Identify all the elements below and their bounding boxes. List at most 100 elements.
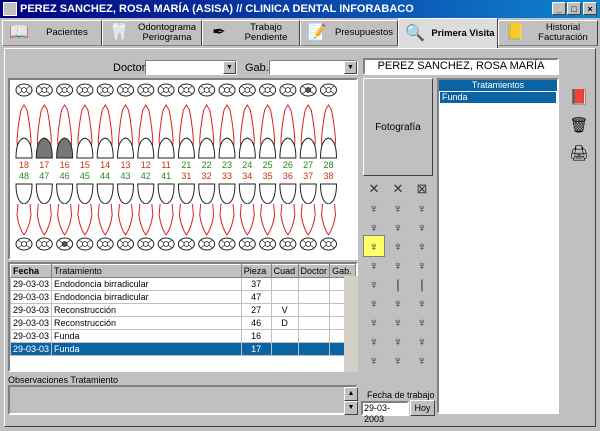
tooth-surface-map[interactable] bbox=[76, 237, 94, 251]
tooth-number-22[interactable]: 22 bbox=[199, 160, 215, 170]
lower-tooth[interactable] bbox=[218, 183, 236, 236]
scroll-down-icon[interactable]: ▼ bbox=[344, 401, 358, 415]
today-button[interactable]: Hoy bbox=[410, 400, 435, 416]
tooth-number-12[interactable]: 12 bbox=[138, 160, 154, 170]
minimize-button[interactable]: _ bbox=[552, 2, 566, 15]
tooth-number-31[interactable]: 31 bbox=[178, 171, 194, 181]
treatment-item-funda[interactable]: Funda bbox=[440, 92, 556, 103]
tooth-number-28[interactable]: 28 bbox=[321, 160, 337, 170]
col-fecha[interactable]: Fecha bbox=[10, 264, 53, 278]
treatments-table[interactable]: Fecha Tratamiento Pieza Cuad Doctor Gab.… bbox=[8, 262, 358, 372]
work-date-input[interactable]: 29-03-2003 bbox=[361, 401, 409, 424]
tooth-surface-map[interactable] bbox=[177, 237, 195, 251]
upper-tooth[interactable] bbox=[299, 104, 317, 159]
tooth-number-16[interactable]: 16 bbox=[57, 160, 73, 170]
upper-tooth[interactable] bbox=[35, 104, 53, 159]
tooth-number-26[interactable]: 26 bbox=[280, 160, 296, 170]
col-pieza[interactable]: Pieza bbox=[240, 264, 272, 278]
tooth-number-43[interactable]: 43 bbox=[118, 171, 134, 181]
tooth-number-46[interactable]: 46 bbox=[57, 171, 73, 181]
photo-button[interactable]: Fotografía bbox=[363, 78, 433, 176]
tooth-number-38[interactable]: 38 bbox=[321, 171, 337, 181]
tooth-surface-map[interactable] bbox=[218, 237, 236, 251]
tooth-number-18[interactable]: 18 bbox=[16, 160, 32, 170]
col-tratamiento[interactable]: Tratamiento bbox=[51, 264, 242, 278]
tooth-surface-map[interactable] bbox=[117, 83, 134, 97]
lower-tooth[interactable] bbox=[157, 183, 175, 236]
tooth-number-37[interactable]: 37 bbox=[300, 171, 316, 181]
upper-tooth[interactable] bbox=[15, 104, 33, 159]
tooth-icon[interactable]: ♆ bbox=[363, 349, 385, 371]
tooth-number-27[interactable]: 27 bbox=[300, 160, 316, 170]
printer-icon[interactable]: 🖨 bbox=[569, 144, 589, 164]
tooth-surface-map[interactable] bbox=[238, 237, 256, 251]
tooth-surface-map[interactable] bbox=[299, 83, 317, 97]
odontogram[interactable]: 18 17 16 15 14 13 12 11 21 22 23 24 25 26 27 28 48 47 46 4… bbox=[8, 78, 358, 260]
tooth-surface-map[interactable] bbox=[320, 237, 337, 251]
upper-tooth[interactable] bbox=[56, 104, 74, 159]
upper-tooth[interactable] bbox=[218, 104, 236, 159]
tab-historial-facturacion[interactable]: 📒 Historial Facturación bbox=[498, 20, 598, 46]
tooth-surface-map[interactable] bbox=[320, 83, 337, 97]
lower-tooth[interactable] bbox=[137, 183, 155, 236]
tooth-icon[interactable]: ♆ bbox=[387, 349, 409, 371]
tooth-number-17[interactable]: 17 bbox=[36, 160, 52, 170]
observations-field[interactable] bbox=[8, 385, 358, 415]
lower-tooth[interactable] bbox=[116, 183, 135, 236]
tooth-surface-map[interactable] bbox=[35, 83, 53, 97]
upper-tooth[interactable] bbox=[238, 104, 256, 159]
tab-trabajo-pendiente[interactable]: ✒ Trabajo Pendiente bbox=[202, 20, 300, 46]
tooth-number-33[interactable]: 33 bbox=[219, 171, 235, 181]
tooth-number-21[interactable]: 21 bbox=[178, 160, 194, 170]
tooth-surface-map[interactable] bbox=[96, 83, 114, 97]
lower-tooth[interactable] bbox=[76, 183, 94, 236]
tooth-number-11[interactable]: 11 bbox=[158, 160, 174, 170]
table-row[interactable]: 29-03-03 Endodoncia birradicular 37 bbox=[10, 277, 356, 291]
tooth-number-15[interactable]: 15 bbox=[77, 160, 93, 170]
col-doctor[interactable]: Doctor bbox=[297, 264, 331, 278]
upper-tooth[interactable] bbox=[279, 104, 297, 159]
tooth-number-44[interactable]: 44 bbox=[97, 171, 113, 181]
tab-primera-visita[interactable]: 🔍 Primera Visita bbox=[398, 18, 498, 48]
chevron-down-icon[interactable]: ▼ bbox=[344, 61, 357, 74]
maximize-button[interactable]: □ bbox=[567, 2, 581, 15]
tooth-surface-map[interactable] bbox=[96, 237, 114, 251]
tooth-surface-map[interactable] bbox=[56, 237, 74, 251]
tab-odontograma[interactable]: 🦷 Odontograma Periograma bbox=[102, 20, 202, 46]
scroll-up-icon[interactable]: ▲ bbox=[344, 387, 358, 401]
table-row[interactable]: 29-03-03 Funda 16 bbox=[10, 329, 356, 343]
lower-tooth[interactable] bbox=[279, 183, 297, 236]
tooth-surface-map[interactable] bbox=[259, 83, 277, 97]
upper-tooth[interactable] bbox=[76, 104, 94, 159]
tooth-surface-map[interactable] bbox=[137, 83, 155, 97]
table-scrollbar[interactable] bbox=[344, 276, 358, 372]
tooth-number-48[interactable]: 48 bbox=[16, 171, 32, 181]
book-icon[interactable]: 📕 bbox=[569, 88, 589, 108]
table-row[interactable]: 29-03-03 Reconstrucción 46 D bbox=[10, 316, 356, 330]
tooth-number-42[interactable]: 42 bbox=[138, 171, 154, 181]
upper-tooth[interactable] bbox=[198, 104, 216, 159]
tooth-surface-map[interactable] bbox=[238, 83, 256, 97]
tooth-surface-map[interactable] bbox=[198, 83, 216, 97]
tab-pacientes[interactable]: 📖 Pacientes bbox=[2, 20, 102, 46]
tooth-surface-map[interactable] bbox=[15, 83, 33, 97]
lower-tooth[interactable] bbox=[177, 183, 195, 236]
tooth-surface-map[interactable] bbox=[15, 237, 33, 251]
tooth-number-23[interactable]: 23 bbox=[219, 160, 235, 170]
trash-icon[interactable]: 🗑 bbox=[569, 116, 589, 136]
lower-tooth[interactable] bbox=[299, 183, 317, 236]
table-row[interactable]: 29-03-03 Reconstrucción 27 V bbox=[10, 303, 356, 317]
lower-tooth[interactable] bbox=[15, 183, 33, 236]
denture-icon[interactable]: ♆ bbox=[411, 349, 433, 371]
upper-tooth[interactable] bbox=[157, 104, 175, 159]
tooth-surface-map[interactable] bbox=[177, 83, 195, 97]
tooth-number-47[interactable]: 47 bbox=[36, 171, 52, 181]
tooth-surface-map[interactable] bbox=[76, 83, 94, 97]
lower-tooth[interactable] bbox=[238, 183, 256, 236]
upper-tooth[interactable] bbox=[319, 104, 338, 159]
tooth-surface-map[interactable] bbox=[279, 237, 297, 251]
close-button[interactable]: × bbox=[583, 2, 597, 15]
table-row[interactable]: 29-03-03 Endodoncia birradicular 47 bbox=[10, 290, 356, 304]
upper-tooth[interactable] bbox=[116, 104, 135, 159]
tooth-surface-map[interactable] bbox=[35, 237, 53, 251]
